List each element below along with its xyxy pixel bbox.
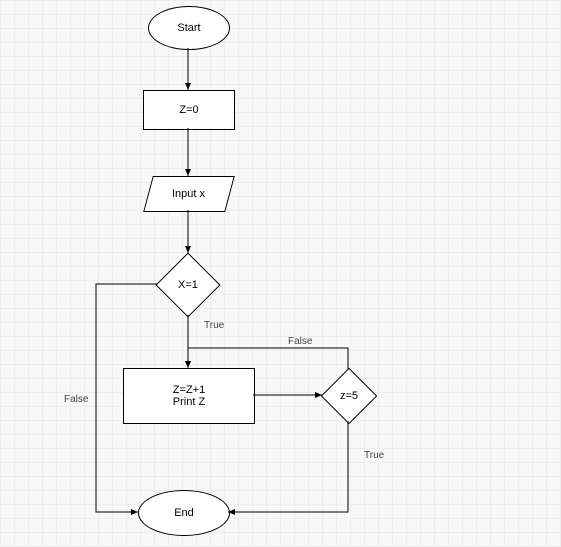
flowchart-canvas: Start Z=0 Input x X=1 Z=Z+1 Print Z z=5 … [0, 0, 561, 547]
process-node: Z=Z+1 Print Z [123, 368, 255, 424]
label-cond2-true: True [364, 450, 384, 461]
start-label: Start [177, 22, 200, 34]
init-label: Z=0 [179, 104, 198, 116]
end-label: End [174, 507, 194, 519]
input-node: Input x [143, 176, 235, 212]
init-process: Z=0 [143, 90, 235, 130]
label-cond1-true: True [204, 320, 224, 331]
edges [0, 0, 561, 547]
input-label: Input x [172, 188, 205, 200]
decision-x1: X=1 [155, 252, 220, 317]
decision-z5-label: z=5 [340, 390, 358, 402]
label-cond1-false: False [64, 394, 88, 405]
start-node: Start [148, 6, 230, 50]
end-node: End [138, 490, 230, 536]
decision-x1-label: X=1 [178, 279, 198, 291]
decision-z5: z=5 [321, 368, 378, 425]
label-cond2-false: False [288, 336, 312, 347]
process-line1: Z=Z+1 [173, 384, 205, 396]
process-line2: Print Z [173, 396, 205, 408]
